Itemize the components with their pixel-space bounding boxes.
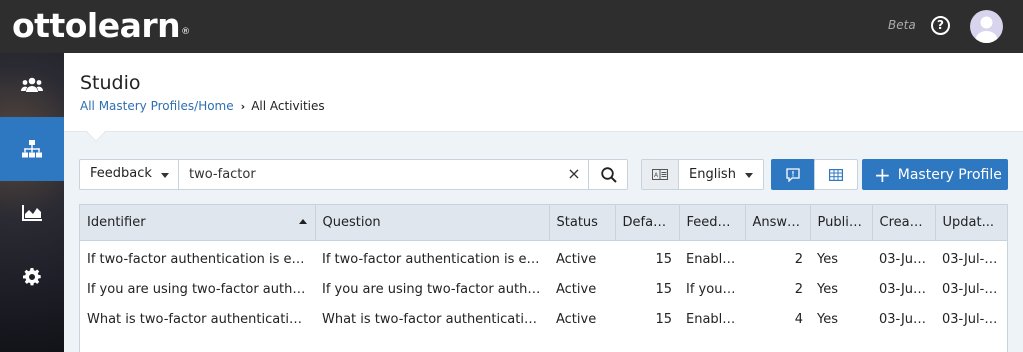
- column-header-published[interactable]: Publis...: [810, 205, 873, 241]
- chevron-down-icon: [745, 173, 753, 178]
- cell-status: Active: [556, 311, 597, 327]
- table-row[interactable]: If two-factor authentication is ena... I…: [80, 240, 1007, 274]
- comment-icon: [786, 167, 800, 182]
- cell-answers: 2: [794, 251, 803, 267]
- cell-published: Yes: [817, 281, 838, 297]
- cell-updated: 03-Jul-2...: [942, 311, 1006, 327]
- nav-item-reports[interactable]: [0, 181, 64, 245]
- table-icon: [829, 168, 843, 181]
- cell-feedback: If you l...: [686, 281, 743, 297]
- search-group: Feedback ×: [79, 159, 628, 190]
- help-icon[interactable]: ?: [931, 16, 950, 35]
- cell-question: If you are using two-factor authen...: [322, 281, 549, 297]
- filter-select[interactable]: Feedback: [80, 160, 179, 189]
- cell-default: 15: [655, 311, 672, 327]
- breadcrumb: All Mastery Profiles/Home › All Activiti…: [80, 99, 325, 113]
- search-button[interactable]: [588, 160, 628, 189]
- add-mastery-profile-button[interactable]: + Mastery Profile: [862, 159, 1008, 190]
- language-icon-box: A: [642, 160, 679, 189]
- search-icon: [600, 166, 617, 183]
- cell-answers: 4: [794, 311, 803, 327]
- cell-created: 03-Jul-...: [879, 251, 934, 267]
- cell-answers: 2: [794, 281, 803, 297]
- cell-updated: 03-Jul-2...: [942, 251, 1006, 267]
- cell-feedback: Enabli...: [686, 251, 739, 267]
- cell-created: 03-Jul-...: [879, 311, 934, 327]
- user-avatar[interactable]: [970, 10, 1003, 43]
- page-title: Studio: [80, 72, 141, 94]
- language-select[interactable]: A English: [641, 159, 764, 190]
- svg-text:A: A: [654, 172, 659, 179]
- search-input[interactable]: [180, 160, 560, 189]
- feedback-view-button[interactable]: [771, 159, 815, 190]
- cell-updated: 03-Jul-2...: [942, 281, 1006, 297]
- ottolearn-logo[interactable]: ottolearn®: [12, 6, 190, 46]
- breadcrumb-separator-icon: ›: [240, 99, 246, 113]
- plus-icon: +: [874, 162, 891, 187]
- chevron-down-icon: [161, 173, 169, 178]
- column-header-identifier[interactable]: Identifier: [80, 205, 316, 241]
- column-header-answers[interactable]: Answe...: [745, 205, 811, 241]
- grid-view-button[interactable]: [814, 159, 858, 190]
- translate-icon: A: [652, 169, 668, 180]
- breadcrumb-link-home[interactable]: All Mastery Profiles/Home: [80, 99, 234, 113]
- table-header-row: Identifier Question Status Default... Fe…: [80, 205, 1007, 241]
- table-row[interactable]: If you are using two-factor authen... If…: [80, 274, 1007, 304]
- nav-item-users[interactable]: [0, 53, 64, 117]
- column-header-question[interactable]: Question: [315, 205, 550, 241]
- cell-published: Yes: [817, 311, 838, 327]
- cell-identifier: What is two-factor authentication?: [87, 311, 313, 327]
- avatar-person-icon: [975, 16, 998, 43]
- nav-item-settings[interactable]: [0, 245, 64, 309]
- cell-status: Active: [556, 251, 597, 267]
- cell-default: 15: [655, 281, 672, 297]
- column-header-feedback[interactable]: Feedb...: [679, 205, 746, 241]
- column-header-created[interactable]: Create...: [872, 205, 936, 241]
- column-header-default[interactable]: Default...: [615, 205, 680, 241]
- sort-ascending-icon: [298, 219, 307, 224]
- activities-table: Identifier Question Status Default... Fe…: [79, 204, 1008, 352]
- beta-label: Beta: [888, 18, 916, 32]
- clear-icon[interactable]: ×: [564, 164, 584, 184]
- top-bar: ottolearn® Beta ?: [0, 0, 1023, 53]
- cell-published: Yes: [817, 251, 838, 267]
- filter-select-value: Feedback: [90, 166, 152, 181]
- cell-identifier: If two-factor authentication is ena...: [87, 251, 315, 267]
- table-row[interactable]: What is two-factor authentication? What …: [80, 304, 1007, 334]
- add-mastery-profile-label: Mastery Profile: [897, 166, 1002, 183]
- cell-default: 15: [655, 251, 672, 267]
- cell-question: What is two-factor authentication?: [322, 311, 548, 327]
- cell-question: If two-factor authentication is ena...: [322, 251, 549, 267]
- cell-created: 03-Jul-...: [879, 281, 934, 297]
- cell-feedback: Enabli...: [686, 311, 739, 327]
- cell-identifier: If you are using two-factor authen...: [87, 281, 315, 297]
- chart-icon: [22, 205, 42, 221]
- gear-icon: [23, 268, 41, 286]
- column-header-status[interactable]: Status: [549, 205, 616, 241]
- side-nav: [0, 53, 64, 352]
- header-notch: [86, 122, 106, 142]
- page-header: Studio All Mastery Profiles/Home › All A…: [64, 53, 1023, 142]
- language-select-value: English: [689, 167, 736, 182]
- hierarchy-icon: [22, 140, 42, 158]
- users-icon: [21, 77, 43, 92]
- column-header-updated[interactable]: Updat...: [935, 205, 1007, 241]
- nav-item-studio[interactable]: [0, 117, 64, 181]
- cell-status: Active: [556, 281, 597, 297]
- breadcrumb-current: All Activities: [251, 99, 325, 113]
